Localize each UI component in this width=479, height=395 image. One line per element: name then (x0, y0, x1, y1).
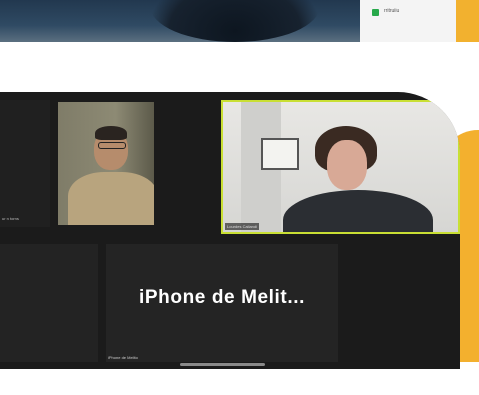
top-person-silhouette (150, 0, 320, 42)
participant-hair (95, 126, 127, 140)
participant-name-left: ur n torns (2, 216, 19, 221)
participant-glasses (98, 142, 126, 149)
participant-name-iphone: iPhone de Melito (108, 355, 138, 360)
top-yellow-accent (456, 0, 479, 42)
participant-display-name: iPhone de Melit... (139, 287, 305, 308)
top-chat-text: rritruiiu (384, 8, 400, 14)
gallery-scrollbar[interactable] (180, 363, 265, 366)
chat-status-icon (372, 9, 379, 16)
participant-tile-man[interactable] (58, 102, 154, 225)
participant-face (327, 140, 367, 190)
participant-body (68, 172, 154, 225)
participant-tile-left[interactable]: ur n torns (0, 100, 50, 227)
background-picture-frame (261, 138, 299, 170)
top-video-photo (0, 0, 360, 42)
top-chat-panel: rritruiiu (360, 0, 456, 42)
participant-name-woman: Lourdes Caliandi (225, 223, 260, 230)
participant-tile-bottom-left[interactable] (0, 244, 98, 362)
participant-tile-active-speaker[interactable]: Lourdes Caliandi (221, 100, 460, 234)
top-cropped-screenshot: rritruiiu (0, 0, 479, 42)
participant-tile-iphone[interactable]: iPhone de Melit... iPhone de Melito (106, 244, 338, 362)
video-call-window: ur n torns Lourdes Caliandi iPhone de Me… (0, 92, 460, 369)
